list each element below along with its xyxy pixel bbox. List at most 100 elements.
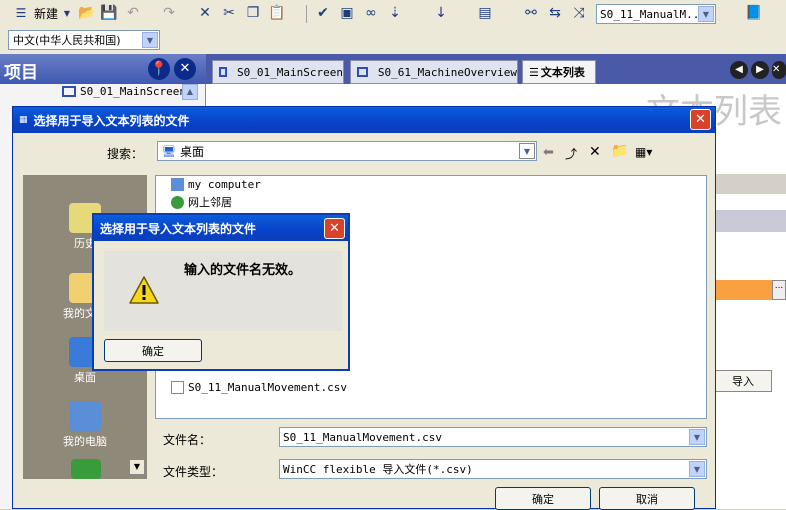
filetype-value: WinCC flexible 导入文件(*.csv) xyxy=(283,463,473,476)
chevron-down-icon[interactable]: ▼ xyxy=(689,461,705,477)
up-folder-icon[interactable]: ⤴ xyxy=(565,145,577,162)
place-my-computer[interactable]: 我的电脑 xyxy=(23,401,147,449)
delete-icon[interactable]: ✕ xyxy=(589,144,601,160)
tree-item-label[interactable]: S0_01_MainScreen xyxy=(80,85,186,98)
screen-icon xyxy=(357,67,368,77)
ellipsis-button[interactable]: ... xyxy=(772,280,786,300)
alert-ok-button[interactable]: 确定 xyxy=(104,339,202,362)
cancel-button-label: 取消 xyxy=(636,492,658,506)
ok-button[interactable]: 确定 xyxy=(495,487,591,510)
object-list-icon[interactable]: ▤ xyxy=(476,3,494,23)
cross-reference-icon[interactable]: ⤨ xyxy=(570,3,588,23)
chevron-down-icon[interactable]: ▼ xyxy=(689,429,705,445)
scroll-right-icon[interactable]: ▶ xyxy=(751,61,769,79)
search-location-select[interactable]: 🖥 桌面 ▼ xyxy=(157,141,537,161)
place-label: 桌面 xyxy=(74,371,96,384)
desktop-icon: 🖥 xyxy=(162,144,176,158)
filetype-label: 文件类型： xyxy=(163,465,224,479)
filename-value: S0_11_ManualMovement.csv xyxy=(283,430,442,444)
scroll-down-icon[interactable]: ▼ xyxy=(129,459,145,475)
chevron-down-icon[interactable]: ▼ xyxy=(142,32,158,48)
tab-main-screen[interactable]: S0_01_MainScreen xyxy=(212,60,344,84)
alert-dialog: 选择用于导入文本列表的文件 ✕ 输入的文件名无效。 确定 xyxy=(92,213,350,371)
file-name: S0_11_ManualMovement.csv xyxy=(188,381,347,394)
file-name: 网上邻居 xyxy=(188,196,232,209)
project-panel-title: 项目 xyxy=(4,63,38,83)
open-folder-icon[interactable]: 📂 xyxy=(78,3,96,23)
back-icon[interactable]: ⬅ xyxy=(543,145,554,160)
import-button[interactable]: 导入 xyxy=(714,370,772,392)
views-icon[interactable]: ▦▾ xyxy=(635,145,652,159)
language-toolbar: 中文(中华人民共和国) ▼ xyxy=(0,28,786,54)
tab-text-list[interactable]: ☰ 文本列表 xyxy=(522,60,596,84)
cancel-button[interactable]: 取消 xyxy=(599,487,695,510)
cut-icon[interactable]: ✂ xyxy=(220,3,238,23)
pin-icon[interactable]: 📍 xyxy=(148,58,170,80)
arrow-down-icon[interactable]: ↓ xyxy=(432,3,450,23)
copy-icon[interactable]: ❐ xyxy=(244,3,262,23)
tab-label: S0_01_MainScreen xyxy=(237,65,343,79)
screen-icon xyxy=(62,86,76,97)
tab-label: 文本列表 xyxy=(540,66,585,79)
ok-button-label: 确定 xyxy=(532,492,554,506)
binoculars-icon[interactable]: ⚯ xyxy=(522,3,540,23)
alert-titlebar: 选择用于导入文本列表的文件 xyxy=(94,215,348,241)
list-icon[interactable]: ☰ xyxy=(10,3,32,23)
compile-icon[interactable]: ▣ xyxy=(338,3,356,23)
file-dialog-title: 选择用于导入文本列表的文件 xyxy=(33,113,190,128)
computer-icon xyxy=(171,178,184,191)
check-icon[interactable]: ✔ xyxy=(314,3,332,23)
app-icon: ▦ xyxy=(19,115,28,125)
file-name: my computer xyxy=(188,178,261,191)
scroll-up-icon[interactable]: ▲ xyxy=(182,84,198,100)
filename-input[interactable]: S0_11_ManualMovement.csv ▼ xyxy=(279,427,707,447)
file-item-my-computer[interactable]: my computer xyxy=(171,178,261,191)
main-toolbar: ☰ 新建 ▼ 📂 💾 ↶ ↷ ✕ ✂ ❐ 📋 ✔ ▣ ∞ ⇣ ↓ ▤ ⚯ ⇆ ⤨… xyxy=(0,0,786,28)
alert-message: 输入的文件名无效。 xyxy=(184,263,302,278)
delete-icon[interactable]: ✕ xyxy=(196,3,214,23)
new-folder-icon[interactable]: 📁 xyxy=(611,143,628,159)
csv-file-icon xyxy=(171,381,184,394)
chevron-down-icon[interactable]: ▼ xyxy=(698,6,714,22)
redo-icon[interactable]: ↷ xyxy=(160,3,178,23)
replace-icon[interactable]: ⇆ xyxy=(546,3,564,23)
file-dialog-titlebar: ▦ 选择用于导入文本列表的文件 xyxy=(13,107,715,133)
scroll-left-icon[interactable]: ◀ xyxy=(730,61,748,79)
chevron-down-icon[interactable]: ▼ xyxy=(519,143,535,159)
download-icon[interactable]: ⇣ xyxy=(386,3,404,23)
close-icon[interactable]: ✕ xyxy=(324,218,345,239)
search-label: 搜索： xyxy=(107,147,144,161)
filetype-select[interactable]: WinCC flexible 导入文件(*.csv) ▼ xyxy=(279,459,707,479)
close-icon[interactable]: ✕ xyxy=(690,109,711,130)
paste-icon[interactable]: 📋 xyxy=(268,3,286,23)
book-icon[interactable]: 📘 xyxy=(744,3,764,23)
network-icon xyxy=(171,195,184,209)
grid-header xyxy=(714,210,786,232)
project-panel-header: 项目 📍 ✕ xyxy=(0,54,206,84)
undo-icon[interactable]: ↶ xyxy=(124,3,142,23)
import-button-label: 导入 xyxy=(732,375,754,388)
screen-icon xyxy=(219,67,228,77)
transfer-icon[interactable]: ∞ xyxy=(362,3,380,23)
warning-icon xyxy=(129,276,159,304)
language-select-value: 中文(中华人民共和国) xyxy=(13,34,121,47)
file-item-csv[interactable]: S0_11_ManualMovement.csv xyxy=(171,381,347,394)
new-dropdown-icon[interactable]: ▼ xyxy=(62,3,72,23)
tab-machine-overview[interactable]: S0_61_MachineOverview xyxy=(350,60,518,84)
screen-select-value: S0_11_ManualM... xyxy=(600,7,706,21)
language-select[interactable]: 中文(中华人民共和国) ▼ xyxy=(8,30,160,50)
text-list-icon: ☰ xyxy=(529,65,539,79)
my-computer-icon xyxy=(69,401,101,431)
close-tab-icon[interactable]: ✕ xyxy=(772,61,786,79)
selected-row[interactable] xyxy=(714,280,772,300)
close-icon[interactable]: ✕ xyxy=(174,58,196,80)
place-label: 我的电脑 xyxy=(63,435,107,448)
file-item-network[interactable]: 网上邻居 xyxy=(171,194,232,210)
network-places-icon[interactable] xyxy=(71,459,101,479)
new-button[interactable]: 新建 xyxy=(34,5,58,22)
alert-ok-label: 确定 xyxy=(142,344,164,358)
search-location-value: 桌面 xyxy=(179,144,204,159)
screen-select[interactable]: S0_11_ManualM... ▼ xyxy=(596,4,716,24)
filename-label: 文件名： xyxy=(163,433,212,447)
save-icon[interactable]: 💾 xyxy=(100,3,118,23)
